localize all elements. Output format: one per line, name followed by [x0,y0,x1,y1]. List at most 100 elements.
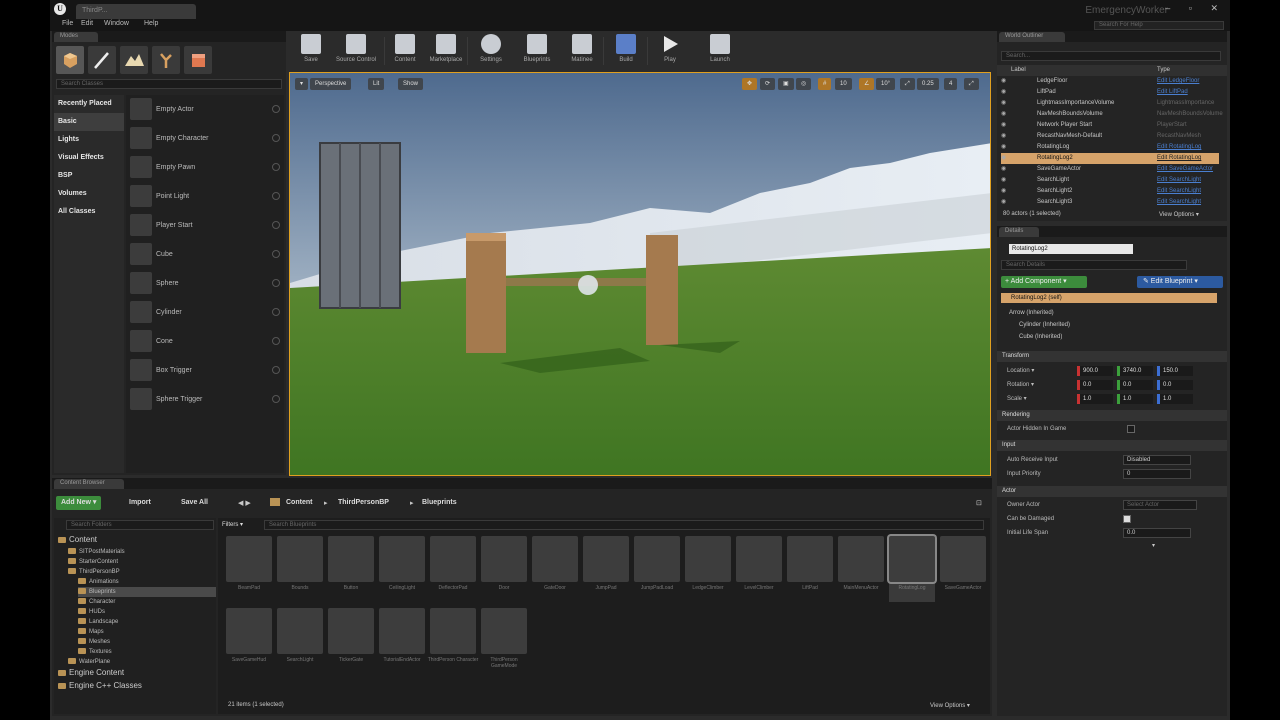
tree-folder-textures[interactable]: Textures [78,647,112,657]
category-volumes[interactable]: Volumes [54,185,124,203]
edit-blueprint-link[interactable]: Edit SaveGameActor [1157,164,1213,175]
content-button[interactable]: Content [386,33,424,68]
blueprints-button[interactable]: Blueprints [515,33,559,68]
menu-file[interactable]: File [62,20,73,27]
visibility-eye-icon[interactable]: ◉ [1001,87,1006,98]
landscape-mode-icon[interactable] [120,46,148,74]
placeable-sphere-trigger[interactable]: Sphere Trigger [126,385,284,414]
asset-tutorialendactor[interactable]: TutorialEndActor [379,608,425,674]
tree-folder-content[interactable]: Content [58,534,97,546]
placeable-empty-actor[interactable]: Empty Actor [126,95,284,124]
column-label[interactable]: Label [1011,67,1026,73]
grid-snap-value[interactable]: 10 [835,78,852,90]
location-x[interactable]: 900.0 [1077,366,1113,376]
rotation-y[interactable]: 0.0 [1117,380,1153,390]
auto-receive-dropdown[interactable]: Disabled [1123,455,1191,465]
scale-z[interactable]: 1.0 [1157,394,1193,404]
menu-window[interactable]: Window [104,20,129,27]
asset-ceilinglight[interactable]: CeilingLight [379,536,425,602]
tree-folder-landscape[interactable]: Landscape [78,617,118,627]
lock-icon[interactable]: ⊡ [976,499,982,507]
save-all-button[interactable]: Save All [176,496,213,510]
visibility-eye-icon[interactable]: ◉ [1001,109,1006,120]
marketplace-button[interactable]: Marketplace [427,33,465,68]
add-new-button[interactable]: Add New ▾ [56,496,102,510]
asset-gatedoor[interactable]: GateDoor [532,536,578,602]
outliner-row[interactable]: ◉ NavMeshBoundsVolume NavMeshBoundsVolume [1001,109,1223,120]
play-button[interactable]: Play [651,33,689,68]
placeable-player-start[interactable]: Player Start [126,211,284,240]
placeable-cube[interactable]: Cube [126,240,284,269]
grid-snap-icon[interactable]: # [818,78,832,90]
tree-folder-waterplane[interactable]: WaterPlane [68,657,110,667]
asset-bounds[interactable]: Bounds [277,536,323,602]
actor-hidden-checkbox[interactable] [1127,425,1135,433]
rotation-x[interactable]: 0.0 [1077,380,1113,390]
settings-button[interactable]: Settings [472,33,510,68]
tree-folder-huds[interactable]: HUDs [78,607,105,617]
visibility-eye-icon[interactable]: ◉ [1001,76,1006,87]
viewport-options-button[interactable]: ▾ [295,78,309,90]
outliner-row[interactable]: ◉ LiftPad Edit LiftPad [1001,87,1219,98]
edit-blueprint-link[interactable]: Edit SearchLight [1157,175,1201,186]
edit-blueprint-button[interactable]: ✎ Edit Blueprint ▾ [1137,276,1223,288]
import-button[interactable]: Import [124,496,156,510]
build-button[interactable]: Build [607,33,645,68]
scale-y[interactable]: 1.0 [1117,394,1153,404]
outliner-row[interactable]: ◉ SearchLight2 Edit SearchLight [1001,186,1219,197]
filters-button[interactable]: Filters ▾ [222,520,260,530]
placeable-info-icon[interactable] [272,366,280,374]
launch-button[interactable]: Launch [701,33,739,68]
outliner-row[interactable]: ◉ SearchLight3 Edit SearchLight [1001,197,1219,208]
asset-thirdperson-gamemode[interactable]: ThirdPerson GameMode [481,608,527,674]
asset-savegameactor[interactable]: SaveGameActor [940,536,986,602]
visibility-eye-icon[interactable]: ◉ [1001,120,1006,131]
placeable-info-icon[interactable] [272,192,280,200]
asset-liftpad[interactable]: LiftPad [787,536,833,602]
component-arrow[interactable]: Arrow (Inherited) [1009,310,1054,316]
visibility-eye-icon[interactable]: ◉ [1001,186,1006,197]
place-mode-icon[interactable] [56,46,84,74]
asset-jumppadload[interactable]: JumpPadLoad [634,536,680,602]
component-cube[interactable]: Cube (Inherited) [1019,334,1062,340]
visibility-eye-icon[interactable]: ◉ [1001,175,1006,186]
placeable-info-icon[interactable] [272,395,280,403]
placeable-point-light[interactable]: Point Light [126,182,284,211]
can-damage-checkbox[interactable] [1123,515,1131,523]
placeable-info-icon[interactable] [272,250,280,258]
asset-searchlight[interactable]: SearchLight [277,608,323,674]
path-blueprints[interactable]: Blueprints [422,499,457,506]
column-type[interactable]: Type [1157,67,1170,73]
matinee-button[interactable]: Matinee [563,33,601,68]
edit-blueprint-link[interactable]: Edit RotatingLog [1157,142,1201,153]
path-thirdpersonbp[interactable]: ThirdPersonBP [338,499,389,506]
placeable-box-trigger[interactable]: Box Trigger [126,356,284,385]
details-search-input[interactable]: Search Details [1001,260,1187,270]
placeable-info-icon[interactable] [272,308,280,316]
tree-folder-engine-content[interactable]: Engine Content [58,667,124,679]
input-priority-field[interactable]: 0 [1123,469,1191,479]
tree-folder-engine-c-classes[interactable]: Engine C++ Classes [58,680,142,692]
location-z[interactable]: 150.0 [1157,366,1193,376]
foliage-mode-icon[interactable] [152,46,180,74]
translate-tool-icon[interactable]: ✥ [742,78,758,90]
outliner-row[interactable]: ◉ SaveGameActor Edit SaveGameActor [1001,164,1219,175]
path-content[interactable]: Content [286,499,312,506]
placeable-cylinder[interactable]: Cylinder [126,298,284,327]
visibility-eye-icon[interactable]: ◉ [1001,98,1006,109]
rotation-z[interactable]: 0.0 [1157,380,1193,390]
view-mode-button[interactable]: Perspective [310,78,352,90]
placeable-info-icon[interactable] [272,279,280,287]
outliner-row[interactable]: ◉ SearchLight Edit SearchLight [1001,175,1219,186]
folder-search-input[interactable]: Search Folders [66,520,214,530]
tree-folder-sitpostmaterials[interactable]: SITPostMaterials [68,547,125,557]
outliner-row[interactable]: ◉ RotatingLog Edit RotatingLog [1001,142,1219,153]
tab-modes[interactable]: Modes [54,32,98,42]
visibility-eye-icon[interactable]: ◉ [1001,153,1006,164]
tree-folder-animations[interactable]: Animations [78,577,119,587]
placeable-info-icon[interactable] [272,337,280,345]
tree-folder-character[interactable]: Character [78,597,115,607]
lit-button[interactable]: Lit [368,78,385,90]
asset-ledgeclimber[interactable]: LedgeClimber [685,536,731,602]
actor-section[interactable]: Actor [997,486,1227,497]
